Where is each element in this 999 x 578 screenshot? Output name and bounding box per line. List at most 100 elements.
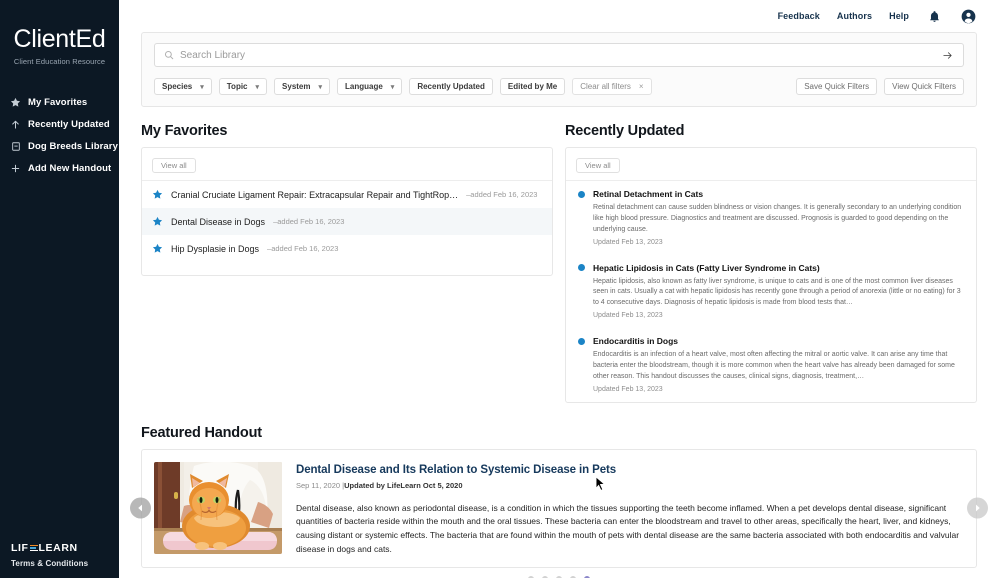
featured-section-title: Featured Handout bbox=[141, 424, 262, 441]
search-input[interactable] bbox=[180, 49, 941, 61]
recently-updated-item-header: Retinal Detachment in Cats bbox=[578, 189, 964, 199]
recently-updated-item[interactable]: Retinal Detachment in Cats Retinal detac… bbox=[566, 181, 976, 255]
close-icon: × bbox=[638, 82, 644, 91]
account-icon[interactable] bbox=[960, 8, 977, 25]
favorite-title[interactable]: Dental Disease in Dogs bbox=[171, 217, 265, 227]
featured-title[interactable]: Dental Disease and Its Relation to Syste… bbox=[296, 464, 962, 476]
mouse-cursor bbox=[595, 476, 606, 497]
featured-handout-section: Featured Handout Dental Disease and Its … bbox=[130, 424, 988, 578]
recently-updated-card-header: View all bbox=[566, 148, 976, 181]
favorite-title[interactable]: Hip Dysplasie in Dogs bbox=[171, 244, 259, 254]
search-icon bbox=[164, 50, 174, 60]
carousel-dots bbox=[141, 568, 977, 578]
favorite-meta: –added Feb 16, 2023 bbox=[466, 190, 538, 199]
recently-updated-item-header: Endocarditis in Dogs bbox=[578, 336, 964, 346]
recently-updated-body: Retinal detachment can cause sudden blin… bbox=[593, 204, 962, 233]
featured-description: Dental disease, also known as periodonta… bbox=[296, 502, 960, 555]
app-root: ClientEd Client Education Resource My Fa… bbox=[0, 0, 999, 578]
sidebar-item-label: Dog Breeds Library bbox=[28, 141, 118, 152]
bullet-dot-icon bbox=[578, 337, 585, 345]
recently-updated-column: Recently Updated View all Retinal Detach… bbox=[565, 123, 977, 403]
arrow-up-icon bbox=[10, 119, 21, 131]
favorite-item[interactable]: Cranial Cruciate Ligament Repair: Extrac… bbox=[142, 181, 552, 208]
chevron-down-icon: ▾ bbox=[255, 83, 260, 91]
filter-label: Species bbox=[162, 82, 193, 91]
star-icon bbox=[10, 97, 21, 109]
clear-all-filters-button[interactable]: Clear all filters × bbox=[572, 78, 652, 95]
carousel-prev-button[interactable] bbox=[130, 497, 151, 519]
topbar-link-feedback[interactable]: Feedback bbox=[778, 11, 820, 21]
carousel-next-button[interactable] bbox=[967, 497, 988, 519]
recently-updated-item[interactable]: Endocarditis in Dogs Endocarditis is an … bbox=[566, 328, 976, 402]
star-icon[interactable] bbox=[152, 243, 163, 254]
lifelearn-logo-e-glyph bbox=[29, 544, 38, 552]
clear-all-filters-label: Clear all filters bbox=[580, 82, 631, 91]
favorite-meta: –added Feb 16, 2023 bbox=[267, 244, 339, 253]
recently-updated-item[interactable]: Hepatic Lipidosis in Cats (Fatty Liver S… bbox=[566, 255, 976, 329]
sidebar-item-add-new-handout[interactable]: Add New Handout bbox=[0, 158, 119, 180]
favorites-column: My Favorites View all Cranial Cruciate L… bbox=[141, 123, 553, 403]
filter-label: System bbox=[282, 82, 311, 91]
star-icon[interactable] bbox=[152, 189, 163, 200]
topbar-link-help[interactable]: Help bbox=[889, 11, 909, 21]
terms-and-conditions-link[interactable]: Terms & Conditions bbox=[11, 559, 88, 568]
featured-updated-by: Updated by LifeLearn Oct 5, 2020 bbox=[344, 480, 463, 490]
favorites-section-title: My Favorites bbox=[141, 123, 228, 139]
bullet-dot-icon bbox=[578, 190, 585, 198]
featured-thumbnail[interactable] bbox=[154, 461, 282, 554]
recently-updated-view-all-button[interactable]: View all bbox=[576, 158, 620, 173]
recently-updated-date: Updated Feb 13, 2023 bbox=[593, 312, 663, 320]
recently-updated-title[interactable]: Retinal Detachment in Cats bbox=[593, 189, 703, 199]
favorites-card-spacer bbox=[142, 262, 552, 275]
featured-body: Dental Disease and Its Relation to Syste… bbox=[296, 462, 962, 557]
search-bar[interactable] bbox=[154, 43, 964, 67]
main-content: Feedback Authors Help Search Library Spe… bbox=[119, 0, 999, 578]
sidebar-item-label: My Favorites bbox=[28, 97, 88, 108]
recently-updated-item-header: Hepatic Lipidosis in Cats (Fatty Liver S… bbox=[578, 263, 964, 273]
filter-species[interactable]: Species ▾ bbox=[154, 78, 212, 95]
save-quick-filters-button[interactable]: Save Quick Filters bbox=[796, 78, 878, 95]
bell-icon[interactable] bbox=[926, 8, 943, 25]
featured-card: Dental Disease and Its Relation to Syste… bbox=[141, 448, 977, 568]
recently-updated-date: Updated Feb 13, 2023 bbox=[593, 385, 663, 393]
sidebar-footer: LIF LEARN Terms & Conditions bbox=[11, 542, 88, 568]
sidebar-nav: My Favorites Recently Updated Dog Breeds… bbox=[0, 92, 119, 180]
favorite-item[interactable]: Dental Disease in Dogs –added Feb 16, 20… bbox=[142, 208, 552, 235]
filter-system[interactable]: System ▾ bbox=[274, 78, 331, 95]
search-panel: Species ▾ Topic ▾ System ▾ Language ▾ Re… bbox=[141, 32, 977, 107]
lifelearn-logo-right: LEARN bbox=[38, 542, 78, 554]
recently-updated-title[interactable]: Hepatic Lipidosis in Cats (Fatty Liver S… bbox=[593, 263, 820, 273]
star-icon[interactable] bbox=[152, 216, 163, 227]
lifelearn-logo-left: LIF bbox=[11, 542, 29, 554]
featured-meta: Sep 11, 2020 |Updated by LifeLearn Oct 5… bbox=[296, 481, 962, 490]
featured-date: Sep 11, 2020 bbox=[296, 480, 341, 490]
lifelearn-logo[interactable]: LIF LEARN bbox=[11, 542, 88, 554]
favorites-card-header: View all bbox=[142, 148, 552, 181]
sidebar-item-dog-breeds-library[interactable]: Dog Breeds Library bbox=[0, 136, 119, 158]
filter-recently-updated[interactable]: Recently Updated bbox=[409, 78, 493, 95]
recently-updated-title[interactable]: Endocarditis in Dogs bbox=[593, 336, 678, 346]
chevron-left-icon bbox=[138, 504, 142, 512]
chevron-down-icon: ▾ bbox=[318, 83, 323, 91]
bullet-dot-icon bbox=[578, 264, 585, 272]
sidebar-item-my-favorites[interactable]: My Favorites bbox=[0, 92, 119, 114]
view-quick-filters-button[interactable]: View Quick Filters bbox=[884, 78, 964, 95]
favorites-card: View all Cranial Cruciate Ligament Repai… bbox=[141, 147, 553, 276]
plus-icon bbox=[10, 163, 21, 175]
recently-updated-section-title: Recently Updated bbox=[565, 123, 685, 139]
favorite-item[interactable]: Hip Dysplasie in Dogs –added Feb 16, 202… bbox=[142, 235, 552, 262]
filter-label: Topic bbox=[226, 82, 248, 91]
chevron-right-icon bbox=[976, 504, 980, 512]
favorites-view-all-button[interactable]: View all bbox=[152, 158, 196, 173]
recently-updated-date: Updated Feb 13, 2023 bbox=[593, 238, 663, 246]
filter-edited-by-me[interactable]: Edited by Me bbox=[499, 78, 566, 95]
favorite-title[interactable]: Cranial Cruciate Ligament Repair: Extrac… bbox=[171, 190, 458, 200]
filter-topic[interactable]: Topic ▾ bbox=[218, 78, 268, 95]
recently-updated-body: Hepatic lipidosis, also known as fatty l… bbox=[593, 277, 961, 307]
sidebar-item-recently-updated[interactable]: Recently Updated bbox=[0, 114, 119, 136]
filter-language[interactable]: Language ▾ bbox=[337, 78, 403, 95]
chevron-down-icon: ▾ bbox=[200, 83, 204, 91]
arrow-right-icon[interactable] bbox=[941, 50, 954, 61]
favorite-meta: –added Feb 16, 2023 bbox=[273, 217, 345, 226]
topbar-link-authors[interactable]: Authors bbox=[837, 11, 872, 21]
